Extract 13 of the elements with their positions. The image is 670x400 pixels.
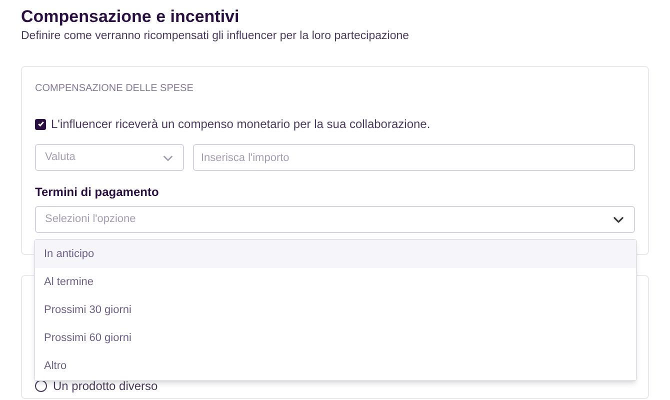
card-heading: COMPENSAZIONE DELLE SPESE (35, 82, 194, 96)
section-subtitle: Definire come verranno ricompensati gli influencer per la loro partecipazione (21, 29, 410, 44)
dropdown-option[interactable]: Prossimi 60 giorni (35, 324, 636, 352)
section-title: Compensazione e incentivi (21, 6, 240, 28)
dropdown-option[interactable]: Prossimi 30 giorni (35, 296, 636, 324)
radio-label: Un prodotto diverso (53, 378, 158, 395)
amount-field[interactable]: Inserisca l'importo (193, 144, 635, 171)
dropdown-option[interactable]: Altro (35, 352, 636, 380)
dropdown-option[interactable]: In anticipo (35, 240, 636, 268)
dropdown-option[interactable]: Al termine (35, 268, 636, 296)
field-label: Termini di pagamento (35, 184, 160, 200)
checkbox[interactable] (35, 118, 46, 130)
checkbox-label: L'influencer riceverà un compenso monetario per la sua collaborazione. (51, 116, 430, 133)
